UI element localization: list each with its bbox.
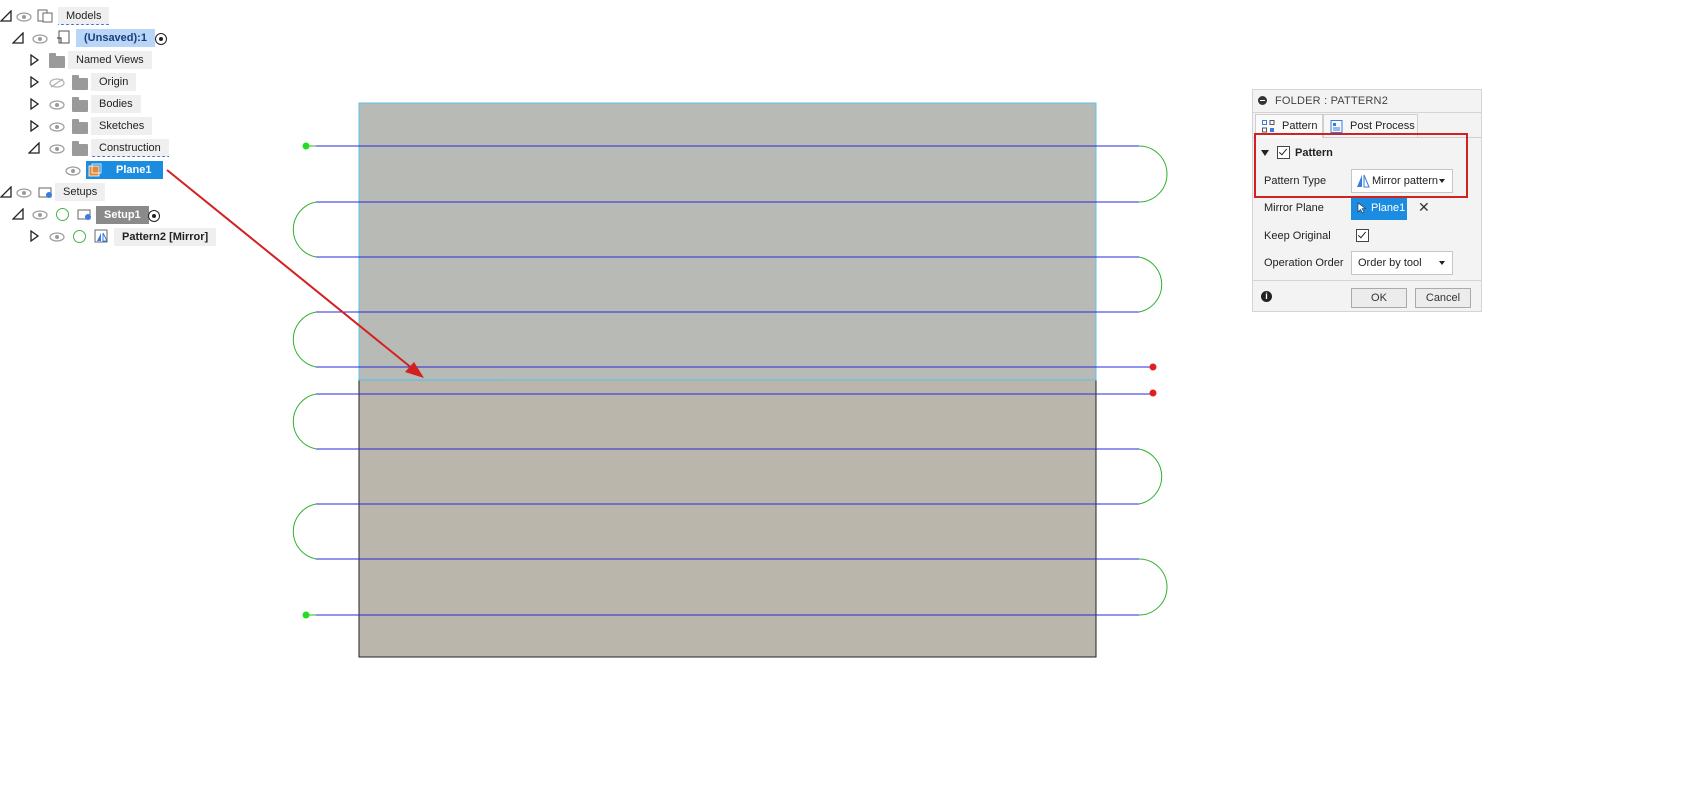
post-process-tab-icon [1330,120,1343,133]
dialog-title: FOLDER : PATTERN2 [1275,95,1389,107]
collapse-dialog-icon[interactable] [1258,96,1267,105]
mirror-plane-selection[interactable]: Plane1 [1351,196,1407,220]
dialog-title-bar: FOLDER : PATTERN2 [1253,90,1481,113]
cancel-button[interactable]: Cancel [1415,288,1471,308]
keep-original-label: Keep Original [1264,230,1331,242]
keep-original-checkbox[interactable] [1356,229,1369,242]
highlight-box [1254,133,1468,198]
pattern-dialog: FOLDER : PATTERN2 Pattern Post Process P… [1252,89,1482,312]
info-icon[interactable]: i [1261,291,1272,302]
mirror-plane-label: Mirror Plane [1264,202,1324,214]
operation-order-value: Order by tool [1358,257,1422,269]
close-icon[interactable]: ✕ [1418,200,1430,214]
ok-button[interactable]: OK [1351,288,1407,308]
pattern-tab-icon [1262,120,1275,133]
chevron-down-icon [1439,261,1445,265]
operation-order-dropdown[interactable]: Order by tool [1351,251,1453,275]
mirror-plane-value: Plane1 [1371,202,1406,214]
cursor-icon [1357,202,1367,214]
operation-order-label: Operation Order [1264,257,1344,269]
dialog-footer: i OK Cancel [1253,280,1481,312]
